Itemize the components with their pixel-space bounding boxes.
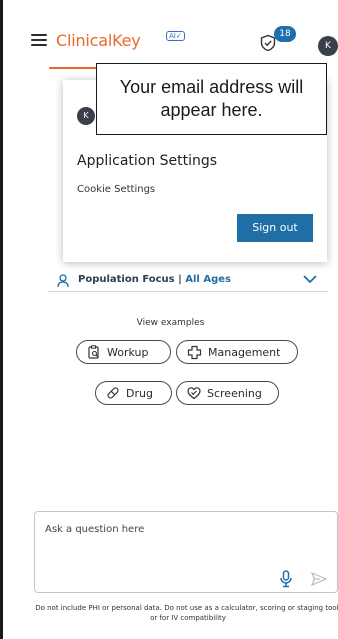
cookie-settings-link[interactable]: Cookie Settings [77, 184, 155, 195]
example-chip-drug[interactable]: Drug [95, 381, 172, 405]
header: ClinicalKey AI✓ 18 K [3, 0, 338, 70]
app-logo[interactable]: ClinicalKey [56, 31, 141, 50]
question-box [34, 511, 338, 593]
avatar[interactable]: K [318, 36, 338, 56]
notification-badge: 18 [274, 26, 296, 42]
population-focus-value: All Ages [185, 274, 231, 285]
ai-badge: AI✓ [166, 31, 185, 41]
population-focus-selector[interactable]: Population Focus | All Ages [48, 262, 328, 292]
application-settings-link[interactable]: Application Settings [77, 153, 217, 169]
email-placeholder-box: Your email address will appear here. [96, 63, 327, 135]
person-icon [57, 274, 69, 288]
send-icon[interactable] [311, 572, 327, 586]
heart-check-icon [187, 387, 201, 400]
population-focus-label: Population Focus | All Ages [78, 274, 231, 285]
microphone-icon[interactable] [279, 570, 293, 588]
disclaimer-text: Do not include PHI or personal data. Do … [35, 604, 338, 622]
question-input[interactable] [45, 524, 325, 535]
popup-avatar: K [77, 107, 95, 125]
example-chip-management[interactable]: Management [176, 340, 298, 364]
medical-cross-icon [187, 345, 202, 359]
sign-out-button[interactable]: Sign out [237, 214, 313, 242]
menu-icon[interactable] [31, 34, 47, 46]
pill-icon [107, 387, 119, 399]
example-chip-workup[interactable]: Workup [76, 340, 171, 364]
example-chip-screening[interactable]: Screening [176, 381, 279, 405]
clipboard-search-icon [88, 345, 99, 359]
chevron-down-icon[interactable] [303, 275, 317, 284]
view-examples-heading: View examples [136, 318, 205, 328]
app-frame: ClinicalKey AI✓ 18 K K Application Setti… [0, 0, 338, 639]
